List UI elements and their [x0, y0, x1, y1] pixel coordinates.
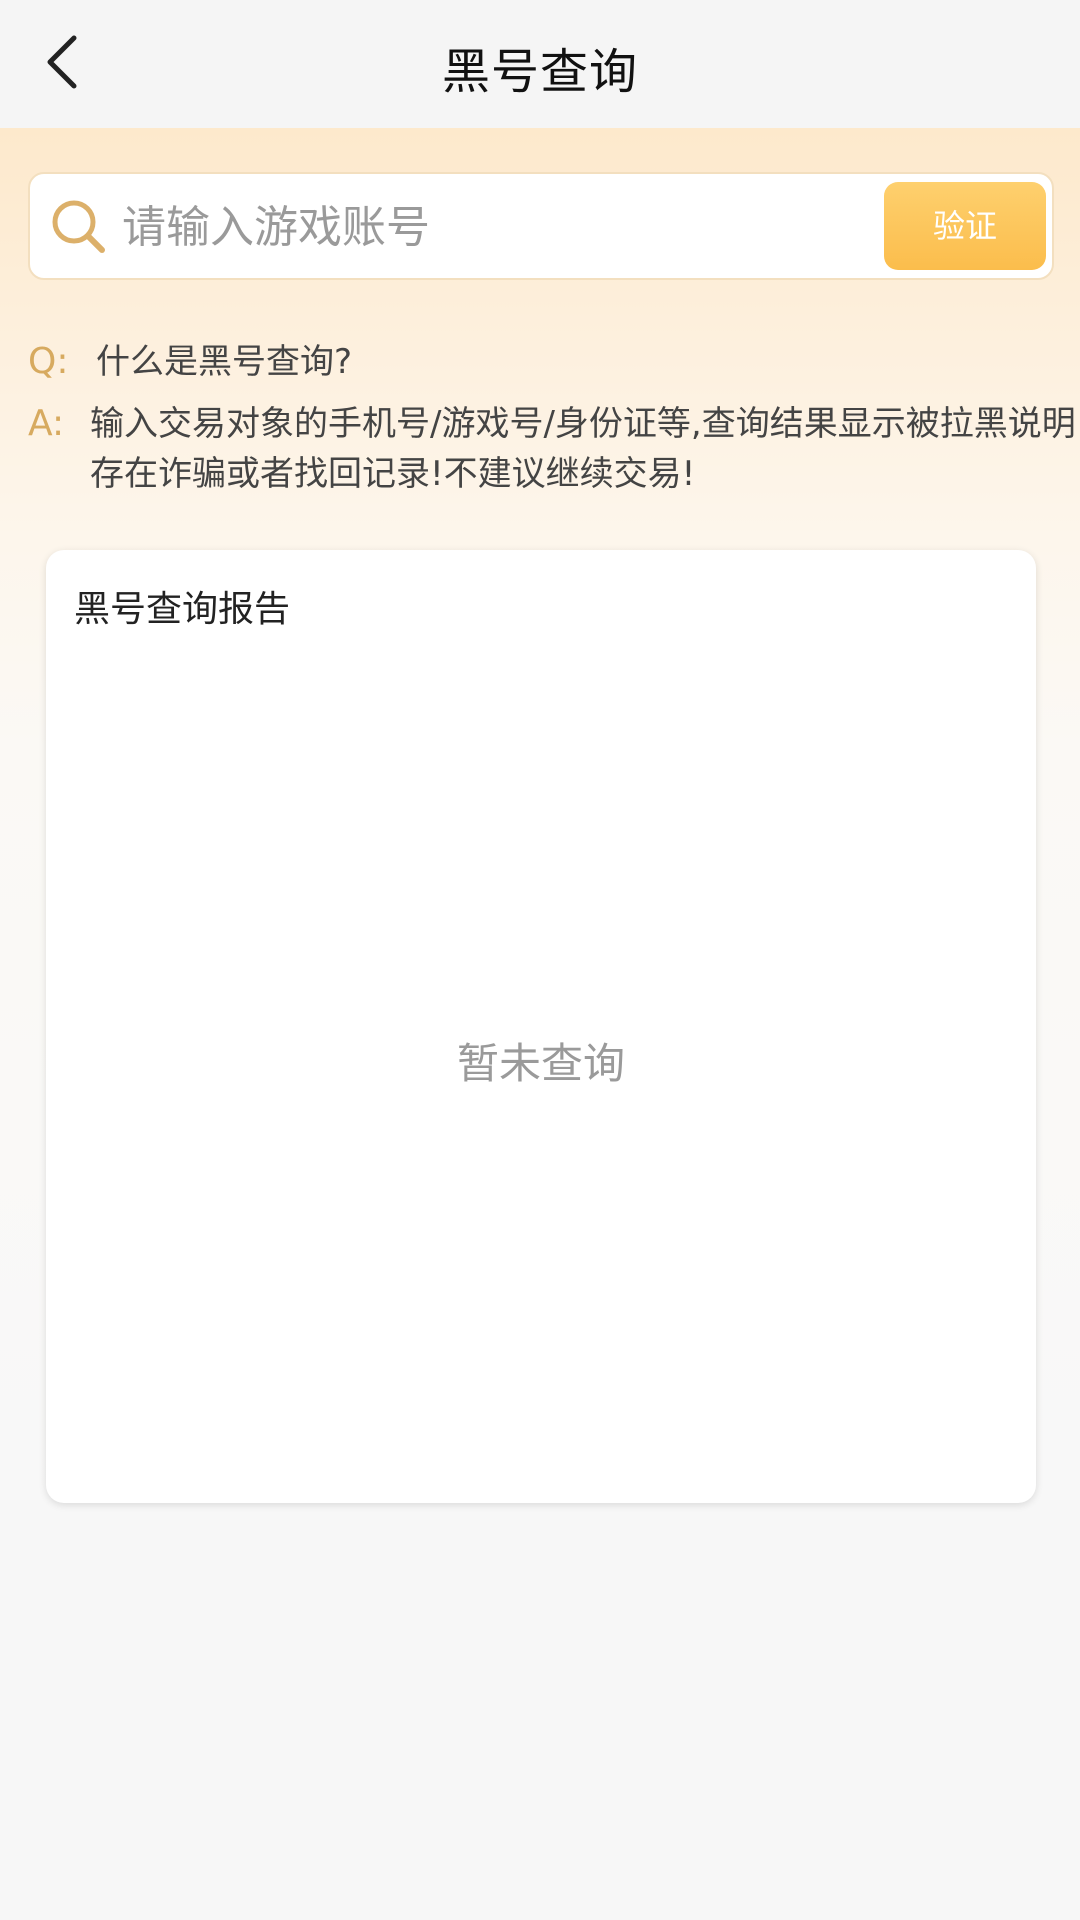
report-title: 黑号查询报告 [74, 589, 291, 630]
report-card: 黑号查询报告 暂未查询 [46, 550, 1036, 1503]
search-icon [52, 200, 105, 253]
answer-prefix: A: [28, 403, 65, 444]
verify-button[interactable]: 验证 [884, 182, 1046, 270]
answer-text: 输入交易对象的手机号/游戏号/身份证等,查询结果显示被拉黑说明存在诈骗或者找回记… [90, 404, 1076, 494]
search-bar: 验证 [28, 172, 1054, 280]
empty-state-text: 暂未查询 [456, 1039, 625, 1088]
account-search-input[interactable] [120, 184, 894, 270]
page-title: 黑号查询 [441, 44, 638, 100]
top-bar: 黑号查询 [0, 0, 1080, 128]
question-prefix: Q: [28, 341, 69, 382]
question-text: 什么是黑号查询? [96, 342, 353, 382]
